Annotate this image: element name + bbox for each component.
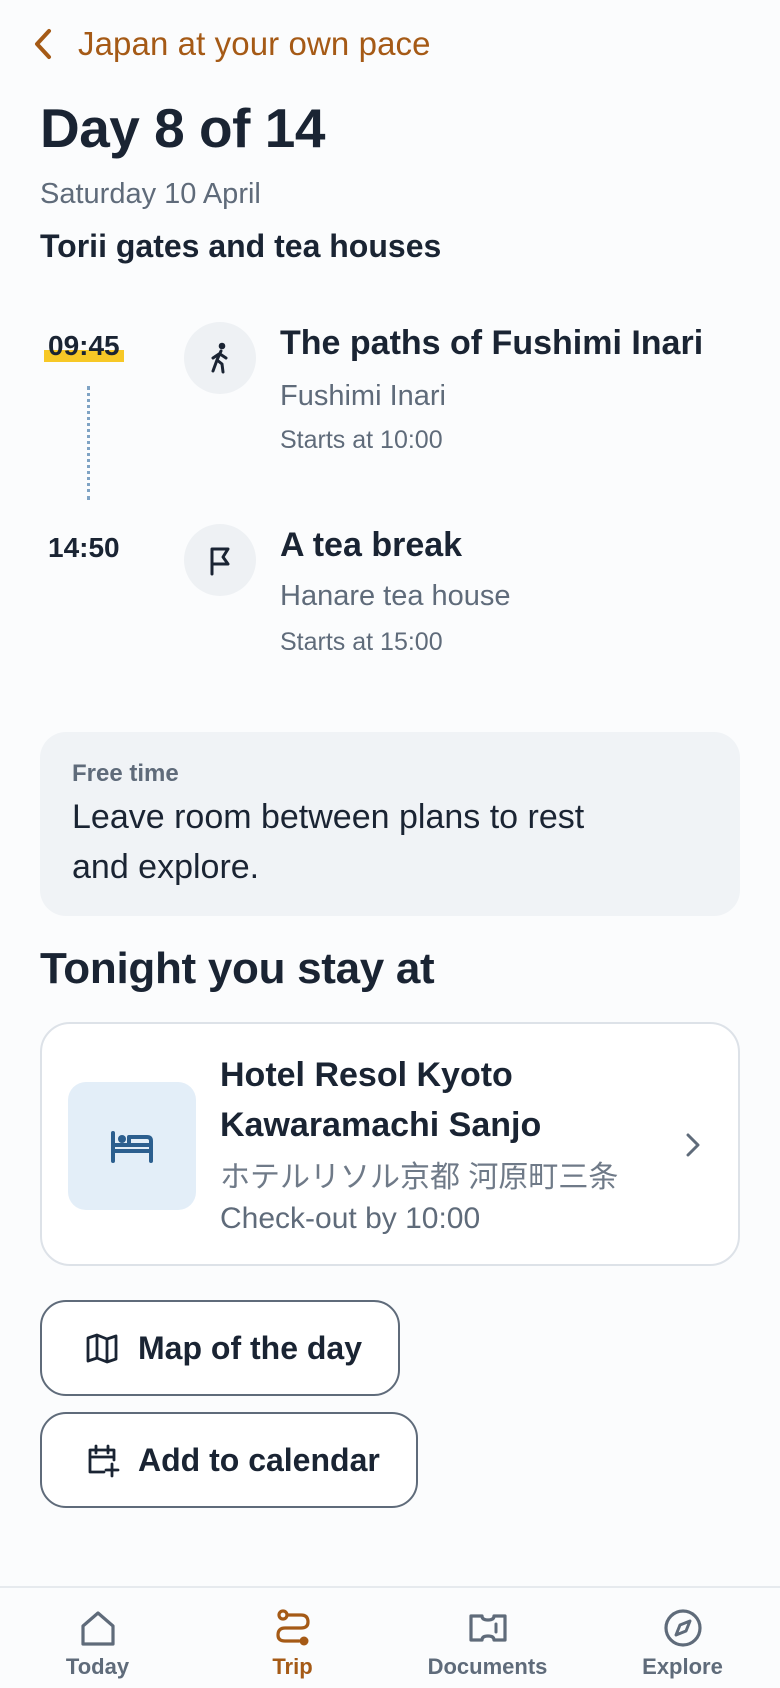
add-to-calendar-button[interactable]: Add to calendar [40,1412,418,1508]
chevron-left-icon [35,29,51,59]
free-time-note: Free time Leave room between plans to re… [40,732,740,916]
tab-label: Documents [427,1654,548,1679]
ticket-icon [468,1614,507,1642]
timeline-title: The paths of Fushimi Inari [280,324,704,362]
hotel-local-name: ホテルリソル京都 河原町三条 [220,1161,619,1194]
note-text: Leave room between plans to rest and exp… [72,798,585,886]
hotel-name: Hotel Resol Kyoto Kawaramachi Sanjo [220,1056,542,1144]
back-link[interactable]: Japan at your own pace [30,24,431,64]
timeline-time: 09:45 [44,330,124,362]
tab-label: Trip [272,1654,313,1679]
timeline-place: Fushimi Inari [280,380,446,412]
timeline-place: Hanare tea house [280,580,511,612]
calendar-add-icon [88,1444,120,1478]
timeline-title: A tea break [280,526,463,564]
tab-trip[interactable]: Trip [195,1588,390,1688]
tab-explore[interactable]: Explore [585,1588,780,1688]
timeline-connector [87,386,90,500]
home-icon [80,1611,115,1646]
note-label: Free time [72,760,179,787]
bed-icon [68,1082,196,1210]
map-icon [86,1333,118,1364]
compass-icon [663,1609,702,1647]
timeline-time: 14:50 [48,532,120,563]
calendar-button-label: Add to calendar [138,1441,380,1478]
hotel-card[interactable]: Hotel Resol Kyoto Kawaramachi Sanjo ホテルリ… [40,1022,740,1266]
day-date: Saturday 10 April [40,178,261,210]
map-button-label: Map of the day [138,1329,363,1366]
tab-label: Today [65,1654,130,1679]
chevron-right-icon [686,1133,700,1157]
tab-documents[interactable]: Documents [390,1588,585,1688]
bottom-tab-bar: Today Trip Documents Explore [0,1586,780,1688]
tab-today[interactable]: Today [0,1588,195,1688]
back-link-label: Japan at your own pace [78,25,431,62]
page-title: Day 8 of 14 [40,97,325,159]
tab-label: Explore [642,1654,723,1679]
day-theme: Torii gates and tea houses [40,228,442,264]
timeline-start-time: Starts at 10:00 [280,426,443,454]
hotel-checkout: Check-out by 10:00 [220,1202,481,1235]
stay-heading: Tonight you stay at [40,944,435,993]
map-of-the-day-button[interactable]: Map of the day [40,1300,400,1396]
flag-icon [184,524,256,596]
timeline-start-time: Starts at 15:00 [280,628,443,656]
route-icon [275,1609,310,1646]
walking-person-icon [184,322,256,394]
